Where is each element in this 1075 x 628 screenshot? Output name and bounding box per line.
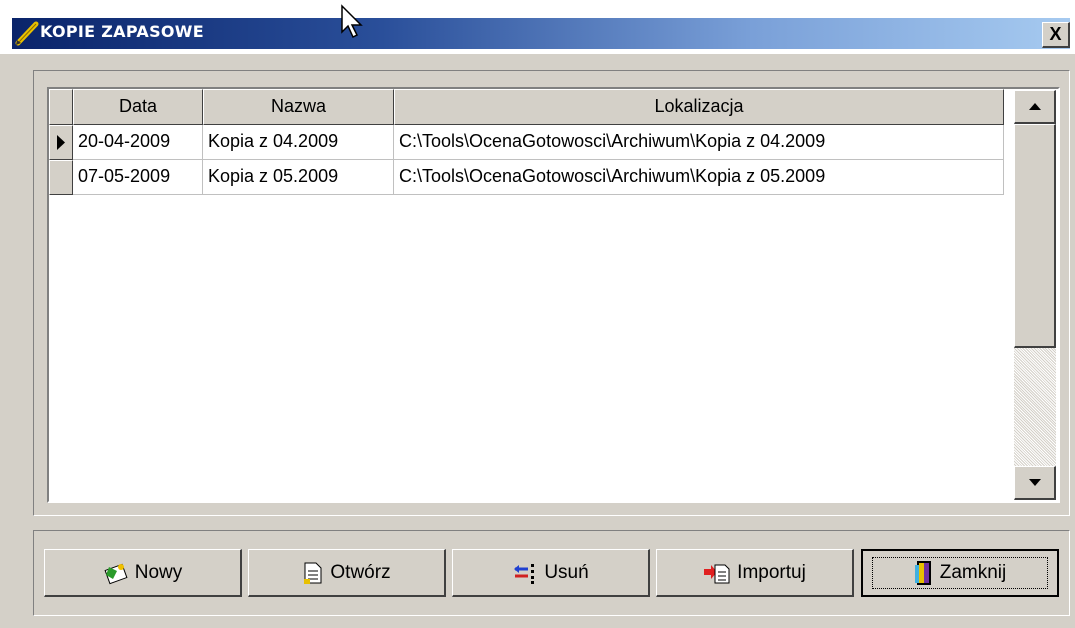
title-bar-area: KOPIE ZAPASOWE X xyxy=(0,0,1075,54)
row-indicator[interactable] xyxy=(49,160,73,195)
arrow-down-icon xyxy=(1029,479,1041,486)
delete-button-label: Usuń xyxy=(544,561,589,583)
scroll-up-button[interactable] xyxy=(1014,90,1056,124)
arrow-up-icon xyxy=(1029,103,1041,110)
scroll-thumb[interactable] xyxy=(1014,124,1056,348)
table-cell-nazwa[interactable]: Kopia z 04.2009 xyxy=(203,125,394,160)
mouse-cursor-icon xyxy=(341,4,363,39)
table-cell-data[interactable]: 20-04-2009 xyxy=(73,125,203,160)
open-icon xyxy=(304,562,322,584)
close-dialog-button[interactable]: Zamknij xyxy=(861,549,1059,597)
delete-icon xyxy=(514,563,535,584)
table-cell-data[interactable]: 07-05-2009 xyxy=(73,160,203,195)
window-title: KOPIE ZAPASOWE xyxy=(40,22,204,41)
open-button-label: Otwórz xyxy=(330,561,391,583)
import-button-label: Importuj xyxy=(737,561,806,583)
vertical-scrollbar[interactable] xyxy=(1014,90,1056,500)
import-icon xyxy=(704,564,730,583)
row-indicator[interactable] xyxy=(49,125,73,160)
header-indicator-cell xyxy=(49,89,73,125)
door-icon xyxy=(914,561,931,585)
current-row-arrow-icon xyxy=(57,135,65,150)
backups-grid[interactable]: Data Nazwa Lokalizacja 20-04-2009 Kopia … xyxy=(47,87,1060,503)
close-icon: X xyxy=(1049,24,1062,44)
focus-rectangle: Zamknij xyxy=(872,557,1048,589)
table-cell-nazwa[interactable]: Kopia z 05.2009 xyxy=(203,160,394,195)
scroll-down-button[interactable] xyxy=(1014,466,1056,500)
import-button[interactable]: Importuj xyxy=(656,549,854,597)
delete-button[interactable]: Usuń xyxy=(452,549,650,597)
open-button[interactable]: Otwórz xyxy=(248,549,446,597)
column-header-lokalizacja[interactable]: Lokalizacja xyxy=(394,89,1004,125)
table-cell-lokalizacja[interactable]: C:\Tools\OcenaGotowosci\Archiwum\Kopia z… xyxy=(394,160,1004,195)
table-cell-lokalizacja[interactable]: C:\Tools\OcenaGotowosci\Archiwum\Kopia z… xyxy=(394,125,1004,160)
new-icon xyxy=(104,563,128,584)
column-header-data[interactable]: Data xyxy=(73,89,203,125)
close-button[interactable]: X xyxy=(1042,22,1070,48)
new-button[interactable]: Nowy xyxy=(44,549,242,597)
new-button-label: Nowy xyxy=(134,561,183,583)
pencil-icon xyxy=(15,21,39,46)
close-dialog-button-label: Zamknij xyxy=(939,562,1007,583)
column-header-nazwa[interactable]: Nazwa xyxy=(203,89,394,125)
